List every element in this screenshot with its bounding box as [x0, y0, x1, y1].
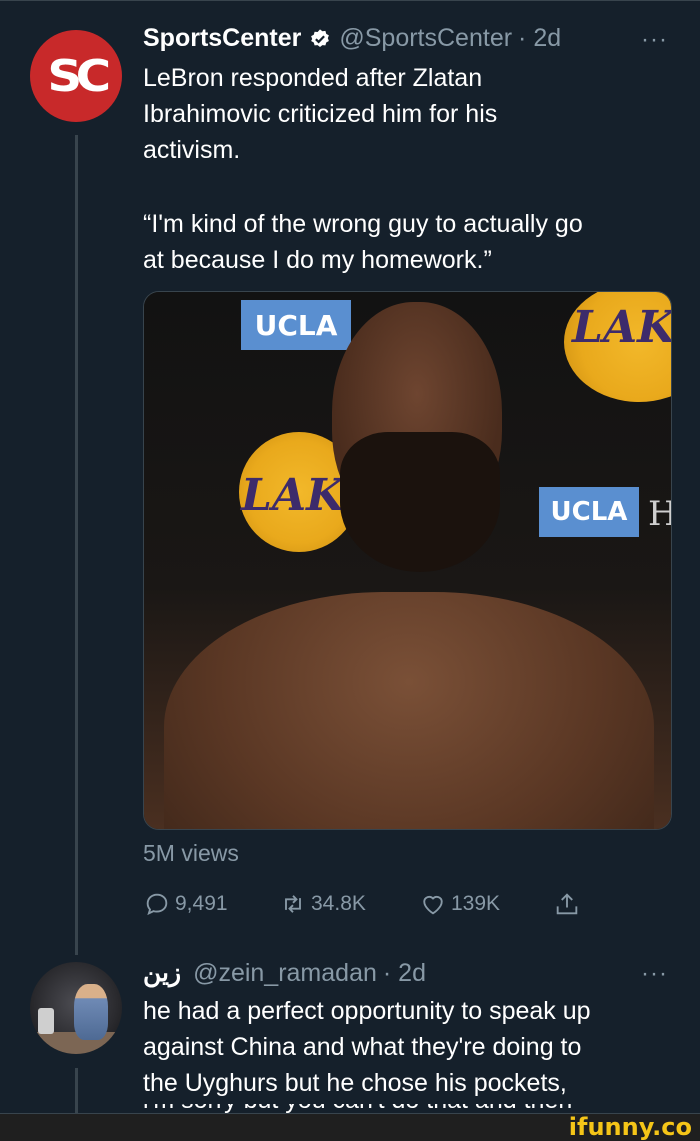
thread-connector-line: [75, 135, 78, 955]
retweet-icon: [285, 895, 301, 913]
avatar-table: [30, 1032, 122, 1054]
tweet1-body: LeBron responded after Zlatan Ibrahimovi…: [143, 60, 497, 168]
tweet2-handle[interactable]: @zein_ramadan: [193, 959, 377, 988]
tweet2-text-line: against China and what they're doing to: [143, 1033, 582, 1061]
share-button[interactable]: [553, 890, 585, 918]
tweet2-body: he had a perfect opportunity to speak up…: [143, 993, 591, 1101]
backdrop-edge-letter: H: [648, 494, 671, 534]
avatar-child-figure: [74, 984, 108, 1040]
tweet1-quote-line: “I'm kind of the wrong guy to actually g…: [143, 210, 583, 238]
zein-ramadan-avatar[interactable]: [30, 962, 122, 1054]
tweet1-text-line: activism.: [143, 136, 241, 164]
tweet1-more-options-icon[interactable]: ···: [641, 26, 668, 54]
tweet1-handle[interactable]: @SportsCenter: [339, 24, 512, 53]
media-subject-body: [164, 592, 654, 829]
tweet1-view-count: 5M views: [143, 840, 239, 866]
tweet1-display-name[interactable]: SportsCenter: [143, 24, 301, 53]
tweet1-timestamp[interactable]: · 2d: [518, 24, 561, 53]
sportscenter-avatar[interactable]: SC: [30, 30, 122, 122]
tweet2-text-line: the Uyghurs but he chose his pockets,: [143, 1069, 567, 1097]
top-divider: [0, 0, 700, 1]
reply-button[interactable]: 9,491: [143, 890, 279, 918]
reply-count: 9,491: [175, 892, 228, 915]
tweet2-text-line: he had a perfect opportunity to speak up: [143, 997, 591, 1025]
sportscenter-logo-text: SC: [47, 50, 111, 102]
ucla-sign-top: UCLA: [241, 300, 351, 350]
reply-icon: [146, 893, 168, 916]
tweet2-display-name[interactable]: زين: [143, 958, 181, 988]
thread-connector-line-lower: [75, 1068, 78, 1114]
verified-badge-icon: [311, 28, 330, 47]
like-count: 139K: [451, 892, 501, 915]
tweet2-timestamp[interactable]: · 2d: [383, 959, 426, 988]
tweet2-more-options-icon[interactable]: ···: [641, 960, 668, 988]
heart-icon: [423, 895, 443, 915]
tweet1-text-line: LeBron responded after Zlatan: [143, 64, 483, 92]
retweet-button[interactable]: 34.8K: [279, 890, 419, 918]
tweet1-quote: “I'm kind of the wrong guy to actually g…: [143, 206, 583, 278]
tweet1-quote-line: at because I do my homework.”: [143, 246, 492, 274]
media-subject-beard: [340, 432, 500, 572]
ucla-sign-right: UCLA: [539, 487, 639, 537]
tweet1-video-media[interactable]: UCLA LAK LAK UCLA H: [143, 291, 672, 830]
share-icon: [556, 893, 578, 915]
ifunny-watermark: ifunny.co: [568, 1113, 692, 1141]
tweet2-header: زين @zein_ramadan · 2d: [143, 958, 426, 988]
retweet-count: 34.8K: [311, 892, 366, 915]
tweet1-text-line: Ibrahimovic criticized him for his: [143, 100, 498, 128]
avatar-teapot: [38, 1008, 54, 1034]
tweet1-header: SportsCenter @SportsCenter · 2d: [143, 24, 561, 53]
tweet1-action-bar: 9,491 34.8K 139K: [143, 890, 585, 918]
like-button[interactable]: 139K: [419, 890, 553, 918]
